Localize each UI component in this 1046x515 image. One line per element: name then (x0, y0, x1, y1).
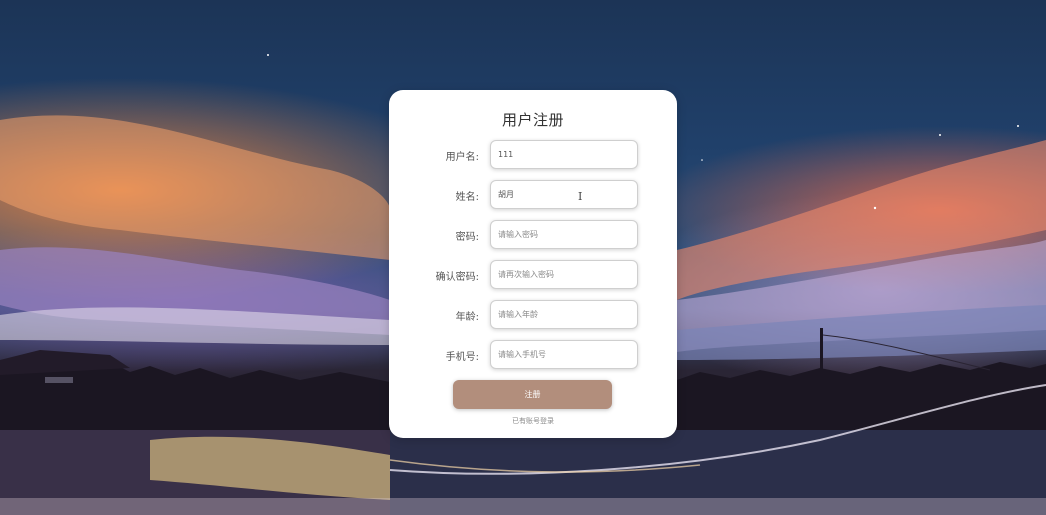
name-input[interactable] (490, 180, 638, 209)
name-label: 姓名: (455, 192, 479, 203)
login-link[interactable]: 已有账号登录 (389, 416, 677, 426)
username-row: 用户名: (389, 140, 677, 170)
confirm-password-row: 确认密码: (389, 260, 677, 290)
form-title: 用户注册 (501, 111, 564, 129)
register-card: 用户注册 用户名: 姓名: I 密码: 确认密码: 年龄: 手机号: 注册 已有… (389, 90, 677, 438)
age-input[interactable] (490, 300, 638, 329)
phone-input[interactable] (490, 340, 638, 369)
confirm-password-label: 确认密码: (435, 272, 479, 283)
age-row: 年龄: (389, 300, 677, 330)
age-label: 年龄: (455, 312, 479, 323)
password-label: 密码: (455, 232, 479, 243)
confirm-password-input[interactable] (490, 260, 638, 289)
password-input[interactable] (490, 220, 638, 249)
phone-row: 手机号: (389, 340, 677, 370)
password-row: 密码: (389, 220, 677, 250)
username-label: 用户名: (445, 152, 479, 163)
username-input[interactable] (490, 140, 638, 169)
phone-label: 手机号: (445, 352, 479, 363)
name-row: 姓名: (389, 180, 677, 210)
register-button[interactable]: 注册 (453, 380, 612, 409)
text-cursor-icon: I (578, 190, 583, 203)
